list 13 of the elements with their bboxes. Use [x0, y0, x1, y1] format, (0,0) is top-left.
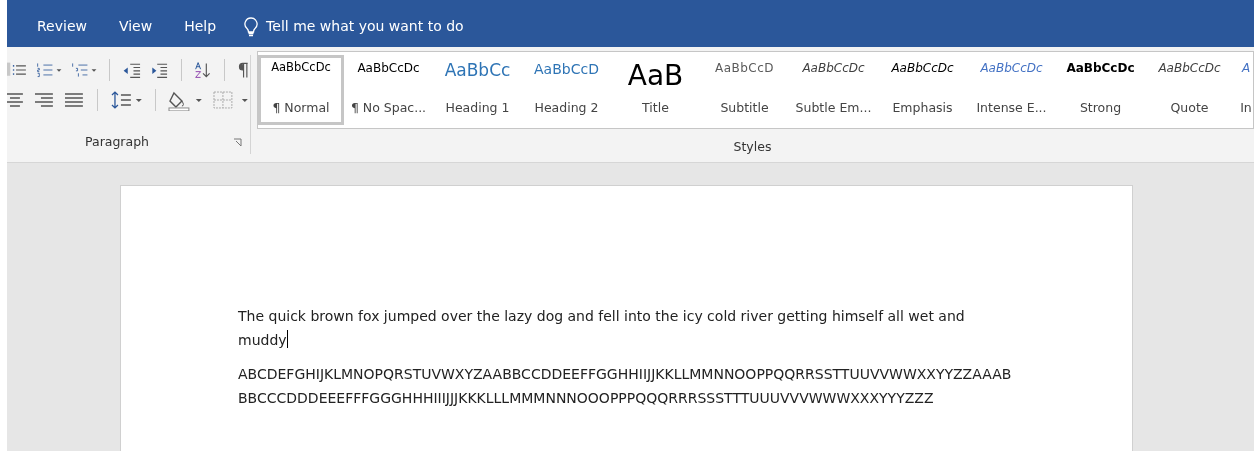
document-paragraph: ABCDEFGHIJKLMNOPQRSTUVWXYZAABBCCDDEEFFGGHHIIJJKKLLMMNNOOPPQQRRSSTTUUVVWWXXYYZZAAABBBCCCDDDEEEFFFGGGHHHIIIJJJKKKLLLMMMNNNOOOPPPQQQRRRSSSTTTUUUVVVWWWXXXYYYZZZ: [238, 365, 1012, 408]
tell-me-search[interactable]: Tell me what you want to do: [266, 16, 464, 37]
document-paragraph: The quick brown fox jumped over the lazy dog and fell into the icy cold river getting himself all wet and muddy: [238, 307, 966, 350]
sort-icon[interactable]: [194, 59, 213, 81]
lightbulb-icon: [244, 16, 259, 37]
ribbon-tab[interactable]: Review: [29, 8, 95, 45]
ribbon-tab[interactable]: Help: [176, 8, 225, 45]
dialog-launcher-icon[interactable]: [233, 137, 242, 147]
group-label: Paragraph: [85, 133, 150, 151]
ribbon-tab[interactable]: View: [110, 8, 161, 45]
group-label: Styles: [733, 139, 772, 154]
line-spacing-icon[interactable]: [109, 89, 144, 111]
style-option[interactable]: AaBbCcDc ¶ Normal: [258, 55, 344, 125]
